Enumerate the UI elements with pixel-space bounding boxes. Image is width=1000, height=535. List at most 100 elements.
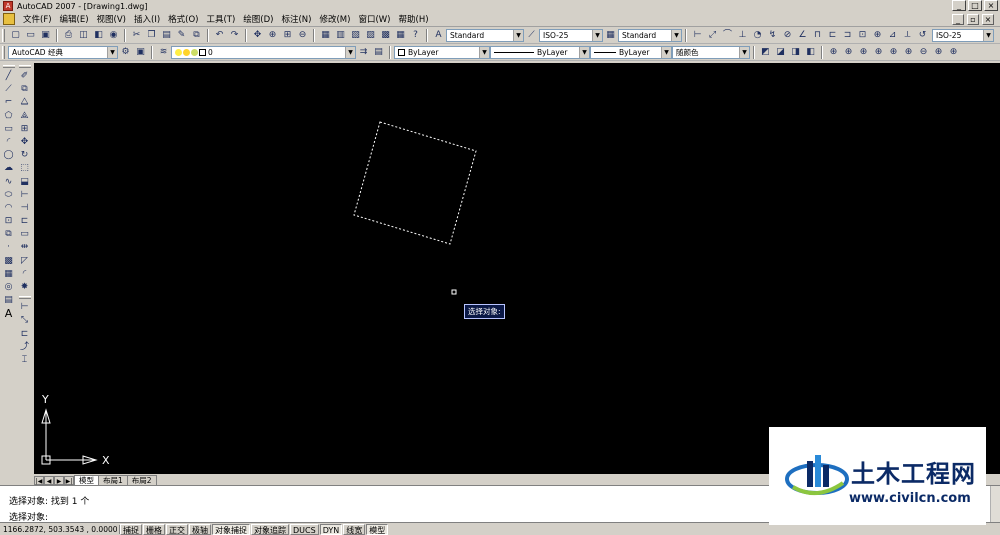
properties-icon[interactable]: ▦ bbox=[319, 29, 332, 42]
dim-text-edit-icon[interactable]: ⟂ bbox=[901, 29, 914, 42]
tab-next-button[interactable]: ▶ bbox=[54, 476, 64, 485]
tab-model[interactable]: 模型 bbox=[74, 475, 99, 485]
chevron-down-icon[interactable]: ▼ bbox=[592, 29, 602, 41]
print-preview-icon[interactable]: ◫ bbox=[77, 29, 90, 42]
copy-object-icon[interactable]: ⧉ bbox=[18, 83, 31, 96]
layer-previous-icon[interactable]: ▤ bbox=[372, 46, 385, 59]
chevron-down-icon[interactable]: ▼ bbox=[661, 46, 671, 58]
line-icon[interactable]: ╱ bbox=[2, 70, 15, 83]
menu-draw[interactable]: 绘图(D) bbox=[239, 13, 277, 25]
doc-minimize-button[interactable]: _ bbox=[952, 13, 964, 25]
zoom-scale-icon[interactable]: ⊕ bbox=[857, 46, 870, 59]
rotate-icon[interactable]: ↻ bbox=[18, 149, 31, 162]
chevron-down-icon[interactable]: ▼ bbox=[579, 46, 589, 58]
ellipse-icon[interactable]: ⬭ bbox=[2, 189, 15, 202]
mirror-icon[interactable]: ⧋ bbox=[18, 96, 31, 109]
design-center-icon[interactable]: ▥ bbox=[334, 29, 347, 42]
tolerance-icon[interactable]: ⊡ bbox=[856, 29, 869, 42]
menu-file[interactable]: 文件(F) bbox=[19, 13, 56, 25]
zoom-out-icon[interactable]: ⊖ bbox=[917, 46, 930, 59]
menu-view[interactable]: 视图(V) bbox=[93, 13, 130, 25]
table-icon[interactable]: ▤ bbox=[2, 294, 15, 307]
zoom-window-icon[interactable]: ⊕ bbox=[827, 46, 840, 59]
zoom-previous-icon[interactable]: ⊖ bbox=[296, 29, 309, 42]
pan-icon[interactable]: ✥ bbox=[251, 29, 264, 42]
ordinate-dim-icon[interactable]: ⊥ bbox=[736, 29, 749, 42]
tab-prev-button[interactable]: ◀ bbox=[44, 476, 54, 485]
region-icon[interactable]: ◎ bbox=[2, 281, 15, 294]
redo-icon[interactable]: ↷ bbox=[228, 29, 241, 42]
toolbar-grip[interactable] bbox=[18, 296, 31, 300]
zoom-extents-icon[interactable]: ⊕ bbox=[947, 46, 960, 59]
center-mark-icon[interactable]: ⊕ bbox=[871, 29, 884, 42]
menu-dimension[interactable]: 标注(N) bbox=[277, 13, 315, 25]
chevron-down-icon[interactable]: ▼ bbox=[739, 46, 749, 58]
lineweight-dropdown[interactable]: ByLayer ▼ bbox=[590, 45, 672, 59]
draw-order-back-icon[interactable]: ◪ bbox=[774, 46, 787, 59]
move-icon[interactable]: ✥ bbox=[18, 136, 31, 149]
zoom-all-icon[interactable]: ⊕ bbox=[932, 46, 945, 59]
block-editor-icon[interactable]: ⧉ bbox=[190, 29, 203, 42]
point-icon[interactable]: · bbox=[2, 241, 15, 254]
jogged-dim-icon[interactable]: ↯ bbox=[766, 29, 779, 42]
dim-edit-icon[interactable]: ⊿ bbox=[886, 29, 899, 42]
tab-layout2[interactable]: 布局2 bbox=[126, 475, 157, 485]
workspace-save-icon[interactable]: ▣ bbox=[134, 46, 147, 59]
aligned-dim-icon[interactable]: ⤢ bbox=[706, 29, 719, 42]
fillet-icon[interactable]: ◜ bbox=[18, 268, 31, 281]
undo-icon[interactable]: ↶ bbox=[213, 29, 226, 42]
menu-window[interactable]: 窗口(W) bbox=[354, 13, 394, 25]
save-icon[interactable]: ▣ bbox=[39, 29, 52, 42]
send-under-icon[interactable]: ◧ bbox=[804, 46, 817, 59]
extend-icon[interactable]: ⊣ bbox=[18, 202, 31, 215]
help-icon[interactable]: ? bbox=[409, 29, 422, 42]
chevron-down-icon[interactable]: ▼ bbox=[107, 46, 117, 58]
command-scrollbar[interactable] bbox=[990, 486, 1000, 522]
make-block-icon[interactable]: ⧉ bbox=[2, 228, 15, 241]
array-icon[interactable]: ⊞ bbox=[18, 123, 31, 136]
model-space-toggle[interactable]: 模型 bbox=[366, 523, 389, 535]
table-style-dropdown[interactable]: Standard ▼ bbox=[618, 28, 682, 42]
chevron-down-icon[interactable]: ▼ bbox=[479, 46, 489, 58]
menu-modify[interactable]: 修改(M) bbox=[315, 13, 354, 25]
dim-update-icon[interactable]: ↺ bbox=[916, 29, 929, 42]
leader-icon[interactable]: ⤴ bbox=[18, 341, 31, 354]
paste-icon[interactable]: ▤ bbox=[160, 29, 173, 42]
spline-icon[interactable]: ∿ bbox=[2, 176, 15, 189]
menu-insert[interactable]: 插入(I) bbox=[130, 13, 164, 25]
ortho-toggle[interactable]: 正交 bbox=[166, 523, 188, 535]
polygon-icon[interactable]: ⬠ bbox=[2, 110, 15, 123]
radius-dim-icon[interactable]: ◔ bbox=[751, 29, 764, 42]
offset-icon[interactable]: ⟁ bbox=[18, 110, 31, 123]
color-dropdown[interactable]: ByLayer ▼ bbox=[394, 45, 490, 59]
markup-icon[interactable]: ▩ bbox=[379, 29, 392, 42]
zoom-dynamic-icon[interactable]: ⊕ bbox=[842, 46, 855, 59]
zoom-in-icon[interactable]: ⊕ bbox=[902, 46, 915, 59]
toolbar-grip[interactable] bbox=[2, 65, 15, 68]
trim-icon[interactable]: ⊢ bbox=[18, 189, 31, 202]
otrack-toggle[interactable]: 对象追踪 bbox=[251, 523, 289, 535]
minimize-button[interactable]: _ bbox=[952, 0, 966, 11]
menu-edit[interactable]: 编辑(E) bbox=[56, 13, 93, 25]
chevron-down-icon[interactable]: ▼ bbox=[671, 29, 681, 41]
menu-format[interactable]: 格式(O) bbox=[164, 13, 202, 25]
linetype-dropdown[interactable]: ByLayer ▼ bbox=[490, 45, 590, 59]
bring-above-icon[interactable]: ◨ bbox=[789, 46, 802, 59]
zoom-window-icon[interactable]: ⊞ bbox=[281, 29, 294, 42]
chevron-down-icon[interactable]: ▼ bbox=[345, 46, 355, 58]
layer-manager-icon[interactable]: ≋ bbox=[157, 46, 170, 59]
dim-style-icon[interactable]: ⟋ bbox=[525, 29, 538, 42]
dim-style-dropdown[interactable]: ISO-25 ▼ bbox=[539, 28, 603, 42]
zoom-center-icon[interactable]: ⊕ bbox=[872, 46, 885, 59]
chevron-down-icon[interactable]: ▼ bbox=[983, 29, 993, 41]
insert-block-icon[interactable]: ⊡ bbox=[2, 215, 15, 228]
grid-toggle[interactable]: 栅格 bbox=[143, 523, 165, 535]
quick-dim-icon[interactable]: ⊓ bbox=[811, 29, 824, 42]
linear-dim-icon[interactable]: ⊢ bbox=[691, 29, 704, 42]
toolbar-grip[interactable] bbox=[18, 65, 31, 68]
erase-icon[interactable]: ✐ bbox=[18, 70, 31, 83]
maximize-button[interactable]: □ bbox=[968, 0, 982, 11]
break-icon[interactable]: ▭ bbox=[18, 228, 31, 241]
coordinate-readout[interactable]: 1166.2872, 503.3543 , 0.0000 bbox=[0, 524, 120, 534]
tab-last-button[interactable]: ▶| bbox=[64, 476, 74, 485]
